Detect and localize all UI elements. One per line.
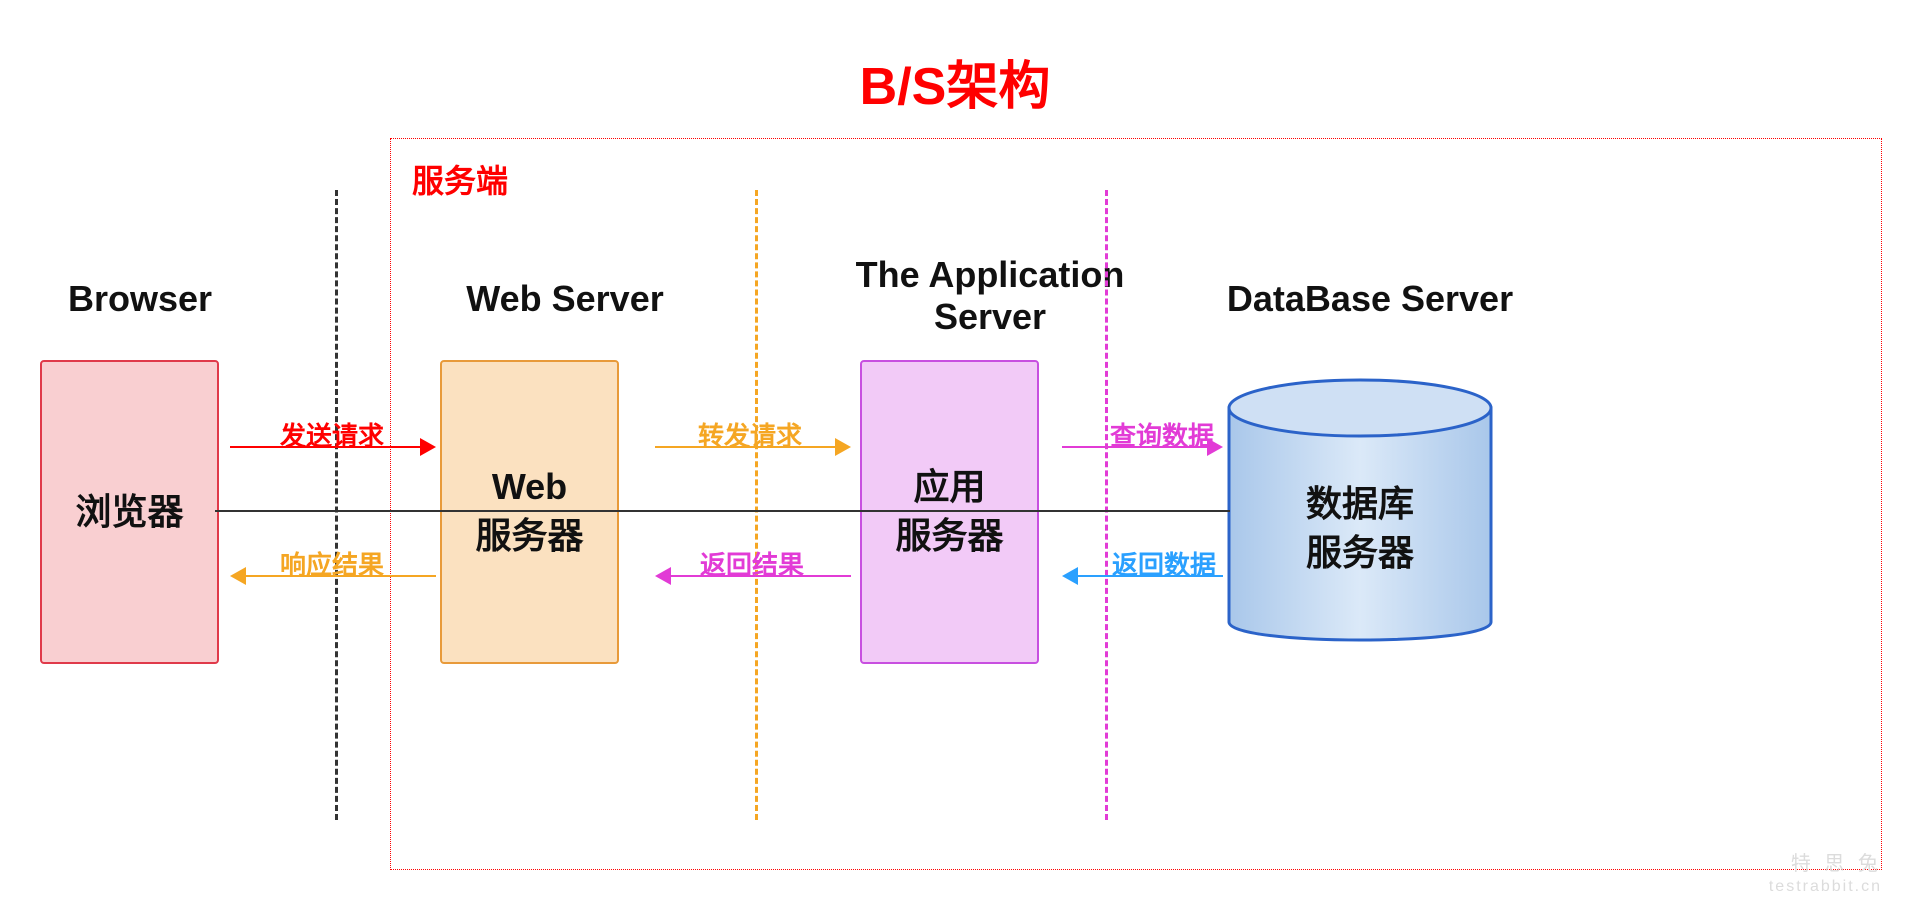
arrow-f3-resp-head xyxy=(1062,567,1078,585)
node-app-server: 应用 服务器 xyxy=(860,360,1039,664)
arrow-f1-resp-head xyxy=(230,567,246,585)
arrow-f2-resp-label: 返回结果 xyxy=(700,545,804,582)
node-web-l2: 服务器 xyxy=(475,512,583,561)
watermark: 特 思 兔 testrabbit.cn xyxy=(1769,851,1882,898)
col-title-web: Web Server xyxy=(445,278,685,320)
col-title-app: The Application Server xyxy=(820,254,1160,338)
node-browser-label: 浏览器 xyxy=(75,488,183,537)
diagram-stage: B/S架构 服务端 Browser Web Server The Applica… xyxy=(0,0,1910,916)
node-db-l2: 服务器 xyxy=(1306,532,1414,573)
node-web-l1: Web xyxy=(492,463,567,512)
watermark-l1: 特 思 兔 xyxy=(1769,851,1882,877)
divider-3 xyxy=(1105,190,1108,820)
center-connector xyxy=(215,510,1230,512)
divider-1 xyxy=(335,190,338,820)
col-title-app-l2: Server xyxy=(934,296,1046,337)
node-db-label: 数据库 服务器 xyxy=(1225,480,1495,577)
diagram-title: B/S架构 xyxy=(0,44,1910,119)
col-title-app-l1: The Application xyxy=(856,254,1125,295)
server-side-label: 服务端 xyxy=(412,156,508,202)
divider-2 xyxy=(755,190,758,820)
node-app-l1: 应用 xyxy=(913,463,985,512)
arrow-f1-req-head xyxy=(420,438,436,456)
arrow-f3-req-label: 查询数据 xyxy=(1110,416,1214,453)
node-web-server: Web 服务器 xyxy=(440,360,619,664)
arrow-f1-resp-label: 响应结果 xyxy=(280,545,384,582)
col-title-browser: Browser xyxy=(40,278,240,320)
arrow-f3-resp-label: 返回数据 xyxy=(1112,545,1216,582)
node-db-l1: 数据库 xyxy=(1306,483,1414,524)
node-browser: 浏览器 xyxy=(40,360,219,664)
col-title-db: DataBase Server xyxy=(1200,278,1540,320)
arrow-f2-resp-head xyxy=(655,567,671,585)
watermark-l2: testrabbit.cn xyxy=(1769,877,1882,898)
arrow-f1-req-label: 发送请求 xyxy=(280,416,384,453)
arrow-f2-req-head xyxy=(835,438,851,456)
node-app-l2: 服务器 xyxy=(895,512,1003,561)
arrow-f2-req-label: 转发请求 xyxy=(698,416,802,453)
